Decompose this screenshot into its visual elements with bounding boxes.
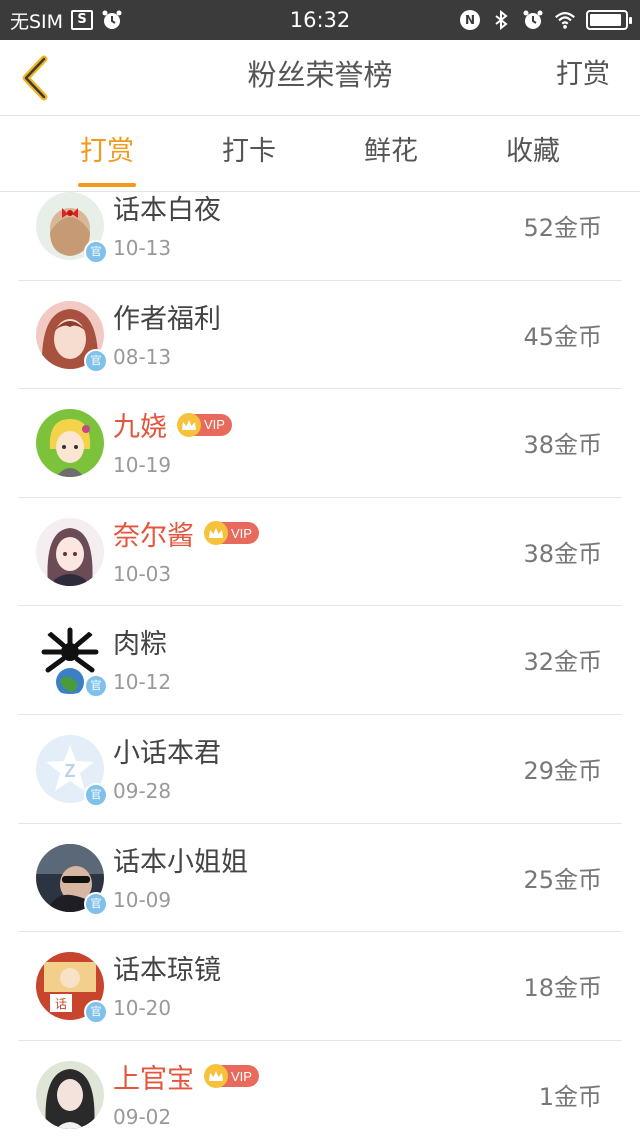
fan-row[interactable]: 官肉粽 10-12 32金币 [18, 606, 622, 715]
fan-name-text: 小话本君 [113, 737, 221, 769]
coin-amount: 29金币 [523, 756, 602, 785]
coin-amount: 1金币 [538, 1082, 602, 1111]
fan-row[interactable]: 官作者福利 08-13 45金币 [18, 281, 622, 390]
fan-name: 话本琼镜 [113, 948, 221, 987]
fan-list: 官话本白夜 10-13 52金币官作者福利 08-13 45金币 九娆 VIP 10-19 38… [0, 172, 640, 1138]
fan-row[interactable]: 官话本小姐姐 10-09 25金币 [18, 824, 622, 933]
vip-label: VIP [204, 417, 225, 433]
coin-amount: 32金币 [523, 648, 602, 677]
official-badge-icon: 官 [84, 674, 108, 699]
avatar[interactable] [36, 517, 104, 586]
fan-name: 作者福利 [113, 297, 221, 336]
vip-label: VIP [231, 1068, 252, 1084]
fan-name-text: 话本琼镜 [113, 955, 221, 987]
fan-date: 10-20 [113, 996, 172, 1021]
official-badge-icon: 官 [84, 1000, 108, 1025]
nav-bar: 粉丝荣誉榜 打赏 [0, 40, 640, 116]
fan-name-text: 话本小姐姐 [113, 846, 248, 878]
fan-date: 10-03 [113, 561, 172, 586]
fan-row[interactable]: Z 官小话本君 09-28 29金币 [18, 715, 622, 824]
coin-amount: 25金币 [523, 865, 602, 894]
fan-name: 小话本君 [113, 731, 221, 770]
avatar[interactable] [36, 409, 104, 478]
fan-name-text: 话本白夜 [113, 195, 221, 226]
coin-amount: 45金币 [523, 322, 602, 351]
bluetooth-icon [495, 9, 508, 31]
official-badge-icon: 官 [84, 891, 108, 916]
nfc-icon: N [460, 10, 480, 30]
fan-date: 10-13 [113, 236, 172, 260]
svg-text:话: 话 [55, 997, 67, 1011]
fan-name: 奈尔酱 VIP [113, 514, 259, 553]
fan-name-text: 奈尔酱 [113, 520, 194, 552]
coin-amount: 38金币 [523, 539, 602, 568]
fan-name-text: 上官宝 [113, 1063, 194, 1095]
vip-label: VIP [231, 525, 252, 541]
fan-name: 话本白夜 [113, 188, 221, 227]
fan-date: 10-12 [113, 670, 172, 695]
coin-amount: 38金币 [523, 431, 602, 460]
svg-text:Z: Z [65, 761, 76, 781]
fan-name-text: 肉粽 [113, 629, 167, 661]
coin-amount: 18金币 [523, 974, 602, 1003]
page-title: 粉丝荣誉榜 [247, 58, 393, 92]
fan-name: 话本小姐姐 [113, 840, 248, 879]
status-bar: 无SIM S 16:32 N [0, 0, 640, 40]
fan-name-text: 作者福利 [113, 303, 221, 335]
official-badge-icon: 官 [84, 348, 108, 373]
wifi-icon [555, 12, 575, 29]
reward-button[interactable]: 打赏 [556, 40, 610, 116]
official-badge-icon: 官 [84, 240, 108, 264]
fan-name: 上官宝 VIP [113, 1057, 259, 1096]
vip-badge: VIP [204, 1064, 259, 1089]
crown-icon [204, 1064, 228, 1089]
crown-icon [177, 412, 201, 437]
fan-row[interactable]: 上官宝 VIP 09-02 1金币 [18, 1041, 622, 1138]
battery-icon [586, 10, 632, 30]
crown-icon [204, 521, 228, 546]
fan-row[interactable]: 话 官话本琼镜 10-20 18金币 [18, 932, 622, 1041]
fan-row[interactable]: 九娆 VIP 10-19 38金币 [18, 389, 622, 498]
fan-date: 09-28 [113, 778, 172, 803]
status-right: N [460, 0, 632, 40]
official-badge-icon: 官 [84, 782, 108, 807]
fan-name: 肉粽 [113, 622, 167, 661]
fan-date: 10-19 [113, 453, 172, 478]
fan-date: 09-02 [113, 1104, 172, 1129]
avatar[interactable] [36, 1060, 104, 1129]
fan-date: 08-13 [113, 344, 172, 369]
fan-name: 九娆 VIP [113, 405, 232, 444]
coin-amount: 52金币 [523, 214, 602, 242]
vip-badge: VIP [177, 412, 232, 437]
vip-badge: VIP [204, 521, 259, 546]
fan-row[interactable]: 官话本白夜 10-13 52金币 [18, 172, 622, 281]
fan-date: 10-09 [113, 887, 172, 912]
alarm-icon-right [523, 10, 543, 29]
fan-name-text: 九娆 [113, 412, 167, 444]
fan-row[interactable]: 奈尔酱 VIP 10-03 38金币 [18, 498, 622, 607]
